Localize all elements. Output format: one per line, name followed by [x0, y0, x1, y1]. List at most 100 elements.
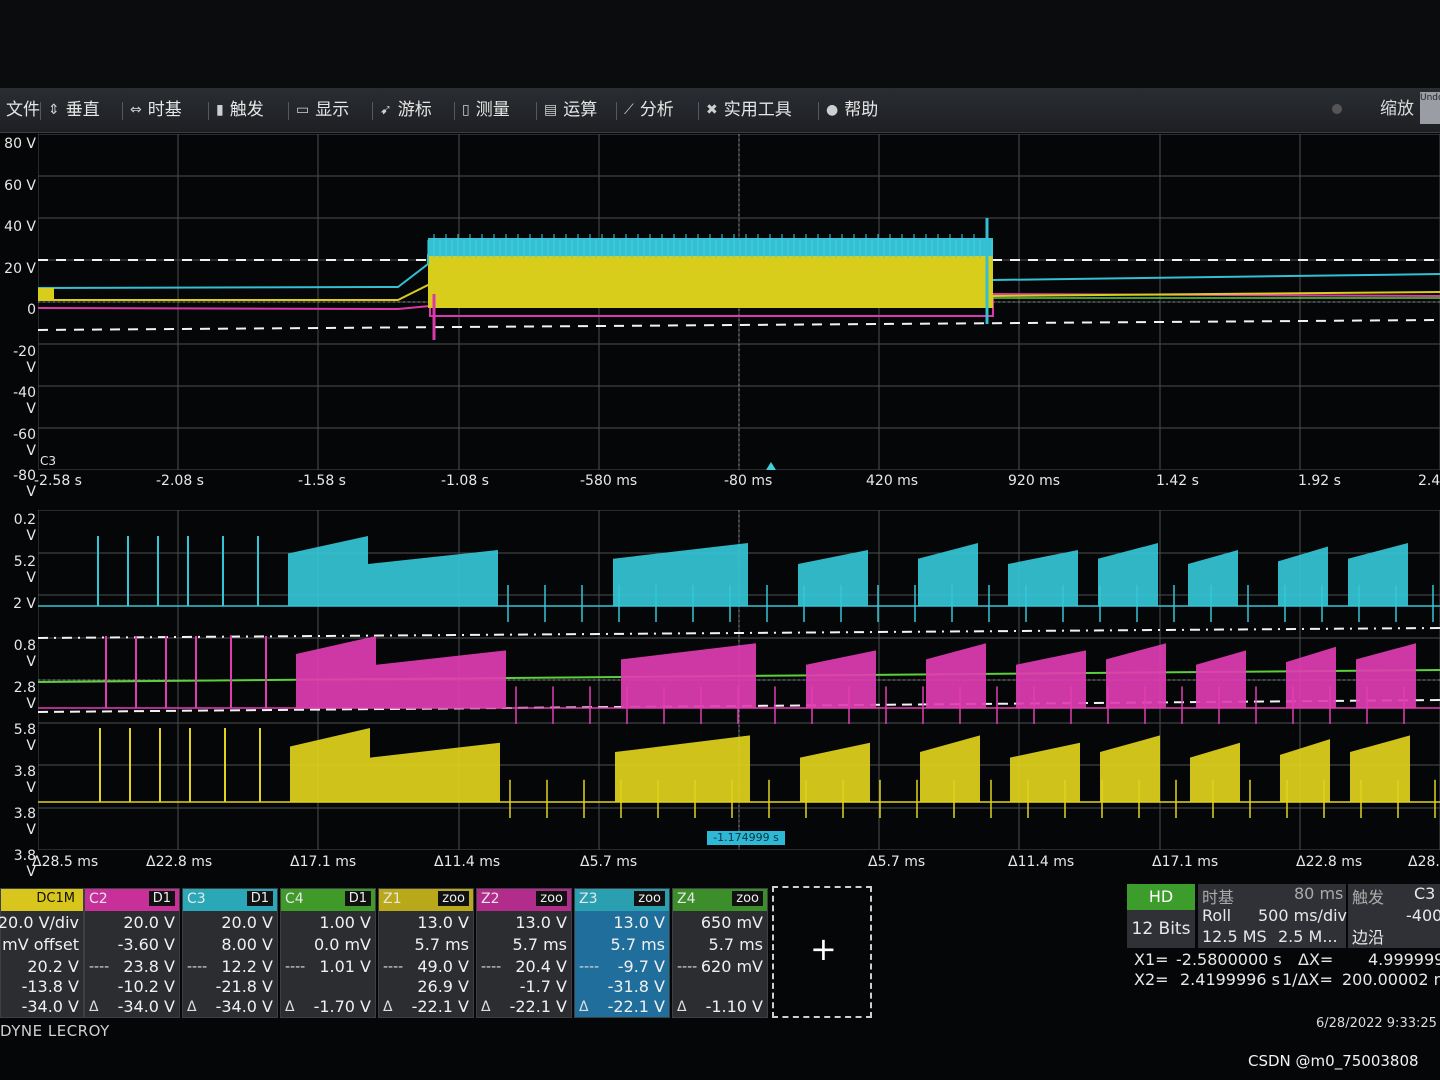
channel-header: C4 D1: [281, 889, 375, 911]
channel-value: 20.0 V: [123, 913, 175, 932]
y-tick-label: 5.2 V: [13, 554, 36, 586]
y-tick-label: 0.2 V: [13, 512, 36, 544]
menu-item-display[interactable]: ▭ 显示: [296, 96, 349, 124]
menu-item-utilities[interactable]: ✖ 实用工具: [706, 96, 792, 124]
menu-item-file[interactable]: 文件: [0, 96, 40, 124]
trace-z2-burst: [926, 643, 986, 708]
sample-rate: 12.5 MS: [1202, 927, 1267, 946]
trace-z3-burst: [1188, 550, 1238, 606]
menu-item-analysis[interactable]: ⟋ 分析: [624, 96, 674, 124]
menu-item-vertical[interactable]: ⇕ 垂直: [48, 96, 100, 124]
channel-tag: D1: [246, 891, 273, 906]
channel-value: -34.0 V: [21, 997, 79, 1016]
channel-value: 20.0 V/div: [0, 913, 79, 932]
channel-value: 620 mV: [700, 957, 763, 976]
channel-value: -34.0 V: [215, 997, 273, 1016]
vertical-icon-glyph: ⇕: [48, 102, 60, 118]
x2-label: X2=: [1134, 970, 1169, 989]
x-tick-label: Δ17.1 ms: [1152, 854, 1219, 870]
x-tick-label: -580 ms: [580, 473, 638, 489]
cursor-icon-glyph: ➹: [380, 102, 392, 118]
display-icon-glyph: ▭: [296, 102, 310, 118]
zoom-waveform-grid[interactable]: [38, 510, 1440, 850]
channel-row-prefix: Δ: [579, 999, 589, 1015]
y-tick-label: -40 V: [13, 385, 36, 417]
trigger-icon-glyph: ▮: [216, 102, 224, 118]
zoom-button[interactable]: 缩放: [1380, 94, 1414, 119]
trace-z3-burst: [918, 543, 978, 606]
channel-tag: D1: [148, 891, 175, 906]
channel-value: -22.1 V: [607, 997, 665, 1016]
trace-z1-burst: [1010, 742, 1080, 802]
plus-icon: +: [810, 930, 837, 968]
x1-value: -2.5800000 s: [1176, 950, 1282, 969]
y-tick-label: -60 V: [13, 426, 36, 459]
menu-item-help[interactable]: ● 帮助: [826, 96, 878, 124]
channel-value: -1.7 V: [519, 977, 567, 996]
menu-separator: [698, 102, 699, 120]
menu-label: 测量: [475, 100, 510, 120]
channel-row-prefix: ----: [481, 959, 502, 975]
channel-value: -1.10 V: [705, 997, 763, 1016]
y-tick-label: 3.8 V: [13, 764, 36, 796]
channel-header: Z3 zoo: [575, 889, 669, 911]
hd-badge[interactable]: HD: [1127, 884, 1195, 910]
menu-item-timebase[interactable]: ⇔ 时基: [130, 96, 182, 124]
cursor-readout[interactable]: -1.174999 s: [707, 831, 785, 845]
channel-value: 20.4 V: [515, 957, 567, 976]
trace-z1-burst: [1100, 735, 1160, 802]
x-tick-label: -1.08 s: [441, 473, 489, 489]
x-tick-label: Δ11.4 ms: [1008, 854, 1075, 870]
trace-z3-burst: [288, 536, 368, 606]
bits-readout: 12 Bits: [1127, 910, 1195, 948]
channel-box-c4[interactable]: C4 D1 1.00 V 0.0 mV 1.01 V -1.70 V ---- Δ: [280, 888, 376, 1018]
x2-value: 2.4199996 s: [1180, 970, 1280, 989]
channel-box-z3[interactable]: Z3 zoo 13.0 V 5.7 ms -9.7 V -31.8 V -22.1 V ---…: [574, 888, 670, 1018]
menu-item-trigger[interactable]: ▮ 触发: [216, 96, 264, 124]
channel-name: Z3: [579, 891, 598, 907]
menu-item-math[interactable]: ▤ 运算: [544, 96, 597, 124]
menu-separator: [454, 102, 455, 120]
channel-value: 13.0 V: [515, 913, 567, 932]
trigger-type: 边沿: [1352, 928, 1385, 947]
menu-label: 文件: [6, 100, 40, 120]
channel-box-z1[interactable]: Z1 zoo 13.0 V 5.7 ms 49.0 V 26.9 V -22.1 V ----…: [378, 888, 474, 1018]
timebase-descriptor[interactable]: 时基 80 ms Roll 500 ms/div 12.5 MS 2.5 M..…: [1198, 884, 1347, 948]
channel-name: Z1: [383, 891, 402, 907]
channel-box-z4[interactable]: Z4 zoo 650 mV 5.7 ms 620 mV -1.10 V ---- Δ: [672, 888, 768, 1018]
utilities-icon-glyph: ✖: [706, 102, 718, 118]
x-tick-label: -2.08 s: [156, 473, 204, 489]
upper-waveform-grid[interactable]: [38, 134, 1440, 470]
channel-box-c2[interactable]: C2 D1 20.0 V -3.60 V 23.8 V -10.2 V -34.0 V ---…: [84, 888, 180, 1018]
channel-value: 5.7 ms: [708, 935, 763, 954]
menu-item-cursor[interactable]: ➹ 游标: [380, 96, 432, 124]
channel-value: 26.9 V: [417, 977, 469, 996]
channel-value: 12.2 V: [221, 957, 273, 976]
channel-box-z2[interactable]: Z2 zoo 13.0 V 5.7 ms 20.4 V -1.7 V -22.1 V ----…: [476, 888, 572, 1018]
channel-row-prefix: Δ: [89, 999, 99, 1015]
trigger-position-icon: [766, 462, 776, 470]
channel-box-c1[interactable]: DC1M 20.0 V/div mV offset 20.2 V -13.8 V -34.…: [0, 888, 84, 1018]
channel-row-prefix: Δ: [285, 999, 295, 1015]
menu-separator: [818, 102, 819, 120]
inverse-dx-value: 200.00002 m: [1342, 970, 1440, 989]
channel-value: -31.8 V: [607, 977, 665, 996]
x-tick-label: 1.42 s: [1156, 473, 1199, 489]
trace-z1-burst: [615, 735, 750, 802]
trace-z1-burst: [290, 728, 370, 802]
channel-value: 13.0 V: [613, 913, 665, 932]
menu-item-measure[interactable]: ▯ 测量: [462, 96, 510, 124]
undo-button[interactable]: Undo: [1420, 92, 1440, 124]
add-channel-button[interactable]: +: [772, 886, 872, 1018]
channel-row-prefix: ----: [187, 959, 208, 975]
menu-separator: [208, 102, 209, 120]
channel-tag: zoo: [634, 891, 665, 906]
channel-box-c3[interactable]: C3 D1 20.0 V 8.00 V 12.2 V -21.8 V -34.0 V ----…: [182, 888, 278, 1018]
trigger-descriptor[interactable]: 触发 C3 -400 边沿: [1348, 884, 1440, 948]
channel-value: 13.0 V: [417, 913, 469, 932]
y-tick-label: 80 V: [4, 136, 36, 152]
channel-name: C4: [285, 891, 304, 907]
channel-value: 20.2 V: [27, 957, 79, 976]
menu-label: 运算: [563, 100, 598, 120]
help-icon-glyph: ●: [826, 102, 839, 118]
